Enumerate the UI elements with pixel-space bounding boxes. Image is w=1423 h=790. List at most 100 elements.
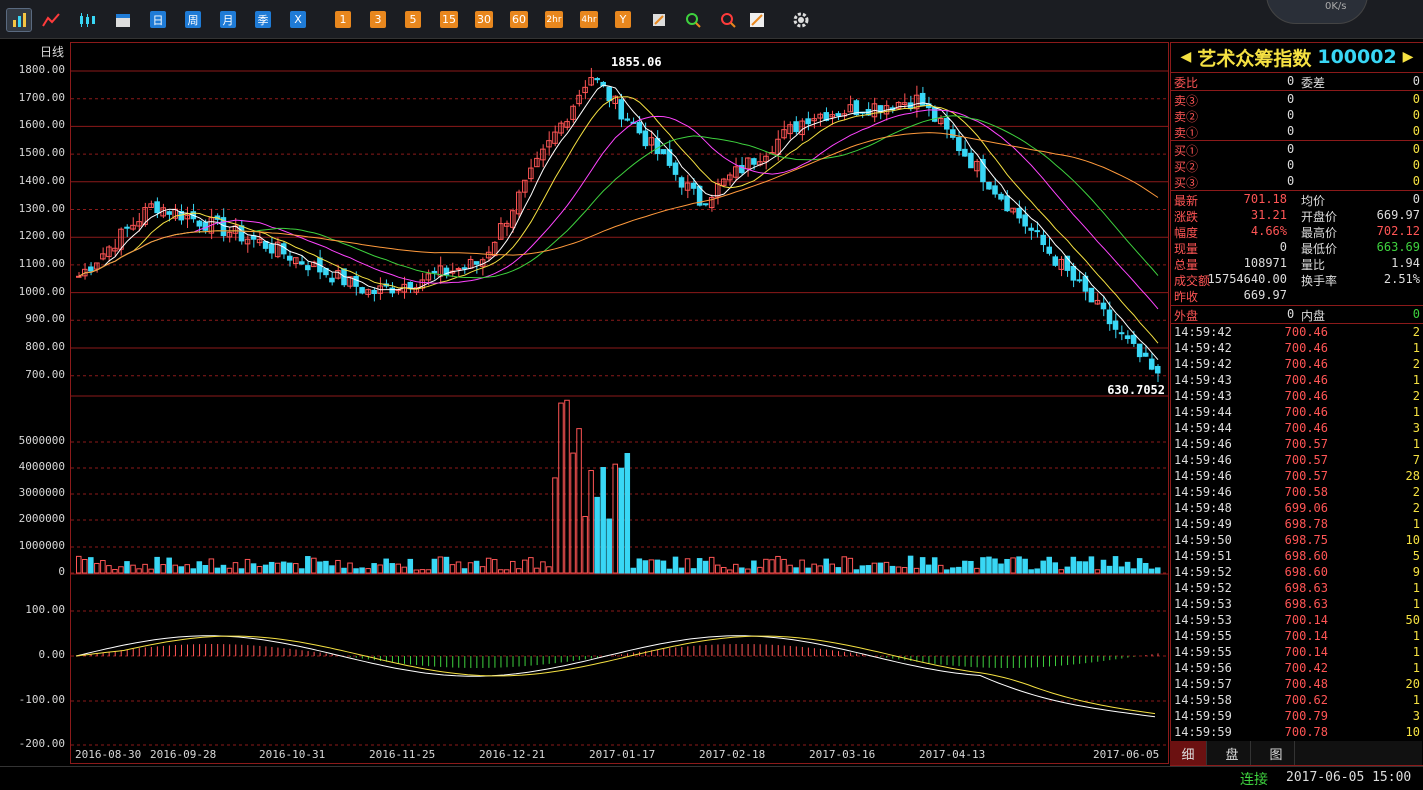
volume-bar <box>1148 568 1155 574</box>
candle-body <box>654 138 661 155</box>
tab-orderbook[interactable]: 盘 <box>1214 741 1251 765</box>
volume-bar <box>913 567 920 574</box>
volume-bar <box>763 558 769 574</box>
period-month-button[interactable]: 月 <box>220 11 236 28</box>
hour-4-button[interactable]: 4hr <box>580 11 598 28</box>
minute-1-button[interactable]: 1 <box>335 11 351 28</box>
volume-bar <box>1100 559 1107 574</box>
candle-body <box>690 182 697 189</box>
volume-bar <box>907 555 914 574</box>
volume-bar <box>1046 556 1053 574</box>
volume-bar <box>877 562 884 574</box>
candle-body <box>1142 352 1149 357</box>
volume-bar <box>377 564 383 574</box>
volume-bar <box>1112 556 1119 574</box>
stat-row: 涨跌 31.21 开盘价 669.97 <box>1174 208 1420 224</box>
volume-bar <box>714 564 721 574</box>
candle-body <box>968 152 974 169</box>
volume-bar <box>455 561 462 574</box>
candle-body <box>672 162 679 175</box>
period-day-button[interactable]: 日 <box>150 11 166 28</box>
calendar-icon[interactable] <box>114 11 132 28</box>
ask-row: 卖② 0 0 <box>1174 108 1420 124</box>
kline-chart-icon[interactable] <box>6 8 32 32</box>
year-button[interactable]: Y <box>615 11 631 28</box>
minute-3-button[interactable]: 3 <box>370 11 386 28</box>
candlestick-icon[interactable] <box>78 11 96 28</box>
volume-bar <box>401 566 408 574</box>
volume-bar <box>1136 558 1143 574</box>
volume-bar <box>931 557 938 574</box>
order-ratio-row: 委比 0 委差 0 <box>1174 74 1420 90</box>
tick-row: 14:59:53 698.63 1 <box>1174 597 1420 611</box>
volume-bar <box>1058 569 1065 574</box>
bid-row: 买① 0 0 <box>1174 142 1420 158</box>
kline-chart-svg[interactable]: 1855.06 630.7052 <box>71 43 1168 763</box>
volume-bar <box>407 558 414 574</box>
volume-bar <box>522 559 528 574</box>
next-arrow-icon[interactable]: ▶ <box>1403 49 1414 65</box>
volume-bar <box>546 566 552 574</box>
volume-bar <box>769 559 775 574</box>
tab-detail[interactable]: 细 <box>1170 741 1207 765</box>
volume-bar <box>112 569 118 574</box>
zoom-in-icon[interactable] <box>684 11 702 28</box>
draw-tool-icon[interactable] <box>748 11 766 28</box>
minute-15-button[interactable]: 15 <box>440 11 458 28</box>
chart-area[interactable]: 1855.06 630.7052 <box>70 42 1169 764</box>
volume-bar <box>510 560 516 574</box>
volume-bar <box>274 562 281 574</box>
edit-icon[interactable] <box>650 11 668 28</box>
speed-text: 0K/s <box>1325 1 1347 12</box>
volume-bar <box>136 568 142 574</box>
volume-bar <box>799 559 805 574</box>
candle-body <box>1154 365 1161 374</box>
volume-bar <box>425 569 432 574</box>
tab-chart[interactable]: 图 <box>1258 741 1295 765</box>
candle-body <box>793 121 799 133</box>
tick-row: 14:59:52 698.63 1 <box>1174 581 1420 595</box>
hour-2-button[interactable]: 2hr <box>545 11 563 28</box>
candle-body <box>431 270 438 274</box>
volume-bar <box>293 563 299 574</box>
candle-body <box>998 193 1004 200</box>
volume-bar <box>672 556 679 574</box>
volume-bar <box>781 558 787 574</box>
volume-axis-label: 3000000 <box>18 486 65 499</box>
period-x-button[interactable]: X <box>290 11 306 28</box>
tick-row: 14:59:55 700.14 1 <box>1174 645 1420 659</box>
volume-bar <box>1040 560 1046 574</box>
volume-bar <box>359 567 365 574</box>
toolbar: 日 周 月 季 X 1 3 5 15 30 60 2hr 4hr Y 0K/s <box>0 0 1423 39</box>
tick-row: 14:59:48 699.06 2 <box>1174 501 1420 515</box>
volume-bar <box>311 557 317 574</box>
minute-5-button[interactable]: 5 <box>405 11 421 28</box>
index-name: 艺术众筹指数 <box>1197 47 1312 70</box>
volume-bar <box>696 558 703 574</box>
prev-arrow-icon[interactable]: ◀ <box>1181 49 1192 65</box>
volume-bar <box>733 563 739 574</box>
volume-bar <box>190 568 197 574</box>
volume-bar <box>720 566 727 574</box>
volume-bar <box>208 558 215 574</box>
candle-body <box>124 226 130 229</box>
volume-bar <box>708 556 715 574</box>
candle-body <box>1022 214 1028 227</box>
minute-30-button[interactable]: 30 <box>475 11 493 28</box>
bid-row: 买② 0 0 <box>1174 158 1420 174</box>
volume-bar <box>660 560 667 574</box>
trend-line-icon[interactable] <box>42 11 60 28</box>
minute-60-button[interactable]: 60 <box>510 11 528 28</box>
volume-bar <box>395 563 402 574</box>
volume-bar <box>124 561 130 574</box>
volume-bar <box>552 477 558 574</box>
zoom-out-icon[interactable] <box>719 11 737 28</box>
candle-body <box>636 121 643 134</box>
period-quarter-button[interactable]: 季 <box>255 11 271 28</box>
period-week-button[interactable]: 周 <box>185 11 201 28</box>
settings-gear-icon[interactable] <box>792 11 810 28</box>
candle-body <box>992 185 998 195</box>
candle-body <box>1028 227 1034 231</box>
volume-bar <box>980 557 986 574</box>
tick-row: 14:59:46 700.58 2 <box>1174 485 1420 499</box>
